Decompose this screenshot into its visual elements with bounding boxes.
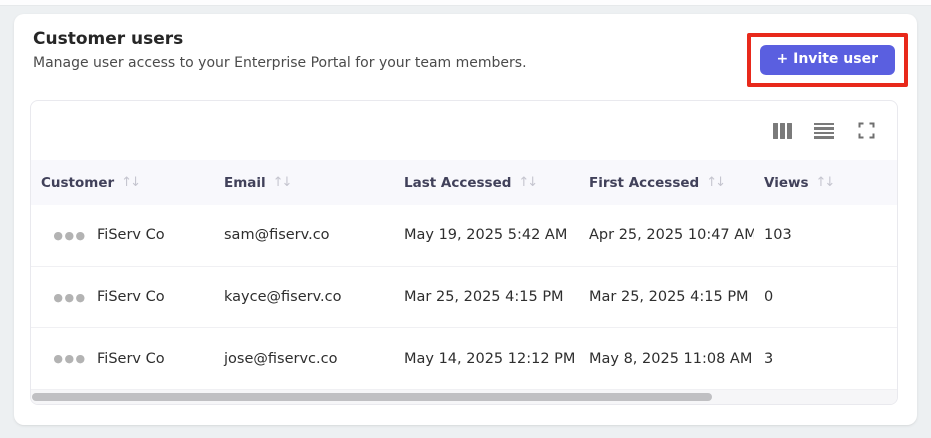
cell-email: sam@fiserv.co <box>224 227 330 244</box>
annotation-highlight-box: + Invite user <box>746 33 908 87</box>
row-menu-icon[interactable]: ●●● <box>31 225 87 246</box>
manage-columns-button[interactable] <box>772 121 792 141</box>
panel-header: Customer users Manage user access to you… <box>14 14 917 87</box>
cell-email: jose@fiservc.co <box>224 350 338 367</box>
column-label: Last Accessed <box>404 174 512 191</box>
cell-first-accessed: May 8, 2025 11:08 AM <box>589 350 753 367</box>
cell-customer: FiServ Co <box>97 289 165 305</box>
cell-views: 0 <box>764 289 774 305</box>
page-subtitle: Manage user access to your Enterprise Po… <box>33 54 527 71</box>
table-header-row: Customer ↑↓ Email ↑↓ Last Accessed ↑↓ Fi… <box>31 160 897 205</box>
columns-icon <box>772 122 792 139</box>
cell-first-accessed: Mar 25, 2025 4:15 PM <box>589 289 749 305</box>
sort-icon[interactable]: ↑↓ <box>816 175 836 190</box>
column-label: Customer <box>41 174 115 191</box>
cell-last-accessed: Mar 25, 2025 4:15 PM <box>404 289 564 305</box>
cell-views: 103 <box>764 227 792 244</box>
sort-icon[interactable]: ↑↓ <box>518 175 538 190</box>
density-icon <box>814 122 834 139</box>
cell-email: kayce@fiserv.co <box>224 289 342 305</box>
column-label: Email <box>224 174 266 191</box>
table-row: ●●● FiServ Co sam@fiserv.co May 19, 2025… <box>31 205 897 267</box>
column-header-views[interactable]: Views ↑↓ <box>754 160 897 205</box>
horizontal-scrollbar[interactable] <box>31 390 897 404</box>
column-label: Views <box>764 174 809 191</box>
table-row: ●●● FiServ Co kayce@fiserv.co Mar 25, 20… <box>31 266 897 329</box>
column-label: First Accessed <box>589 174 700 191</box>
table-row: ●●● FiServ Co jose@fiservc.co May 14, 20… <box>31 328 897 391</box>
fullscreen-icon <box>858 122 874 139</box>
customer-users-panel: Customer users Manage user access to you… <box>14 14 917 425</box>
page-title: Customer users <box>33 29 184 49</box>
sort-icon[interactable]: ↑↓ <box>121 175 141 190</box>
panel-header-text: Customer users Manage user access to you… <box>33 27 527 71</box>
cell-customer: FiServ Co <box>97 350 165 367</box>
column-header-email[interactable]: Email ↑↓ <box>214 160 394 205</box>
column-header-last-accessed[interactable]: Last Accessed ↑↓ <box>394 160 579 205</box>
row-density-button[interactable] <box>814 121 834 141</box>
cell-last-accessed: May 19, 2025 5:42 AM <box>404 227 568 244</box>
invite-user-button[interactable]: + Invite user <box>759 45 895 75</box>
cell-last-accessed: May 14, 2025 12:12 PM <box>404 350 576 367</box>
users-table-container: Customer ↑↓ Email ↑↓ Last Accessed ↑↓ Fi… <box>30 100 898 405</box>
table-toolbar <box>31 101 897 160</box>
row-menu-icon[interactable]: ●●● <box>31 348 87 369</box>
row-menu-icon[interactable]: ●●● <box>31 287 87 308</box>
column-header-customer[interactable]: Customer ↑↓ <box>31 160 214 205</box>
scrollbar-thumb[interactable] <box>32 393 712 402</box>
column-header-first-accessed[interactable]: First Accessed ↑↓ <box>579 160 754 205</box>
cell-first-accessed: Apr 25, 2025 10:47 AM <box>589 227 754 244</box>
sort-icon[interactable]: ↑↓ <box>273 175 293 190</box>
cell-views: 3 <box>764 350 774 367</box>
fullscreen-button[interactable] <box>856 121 876 141</box>
sort-icon[interactable]: ↑↓ <box>706 175 726 190</box>
cell-customer: FiServ Co <box>97 227 165 244</box>
previous-card-edge <box>0 0 931 6</box>
